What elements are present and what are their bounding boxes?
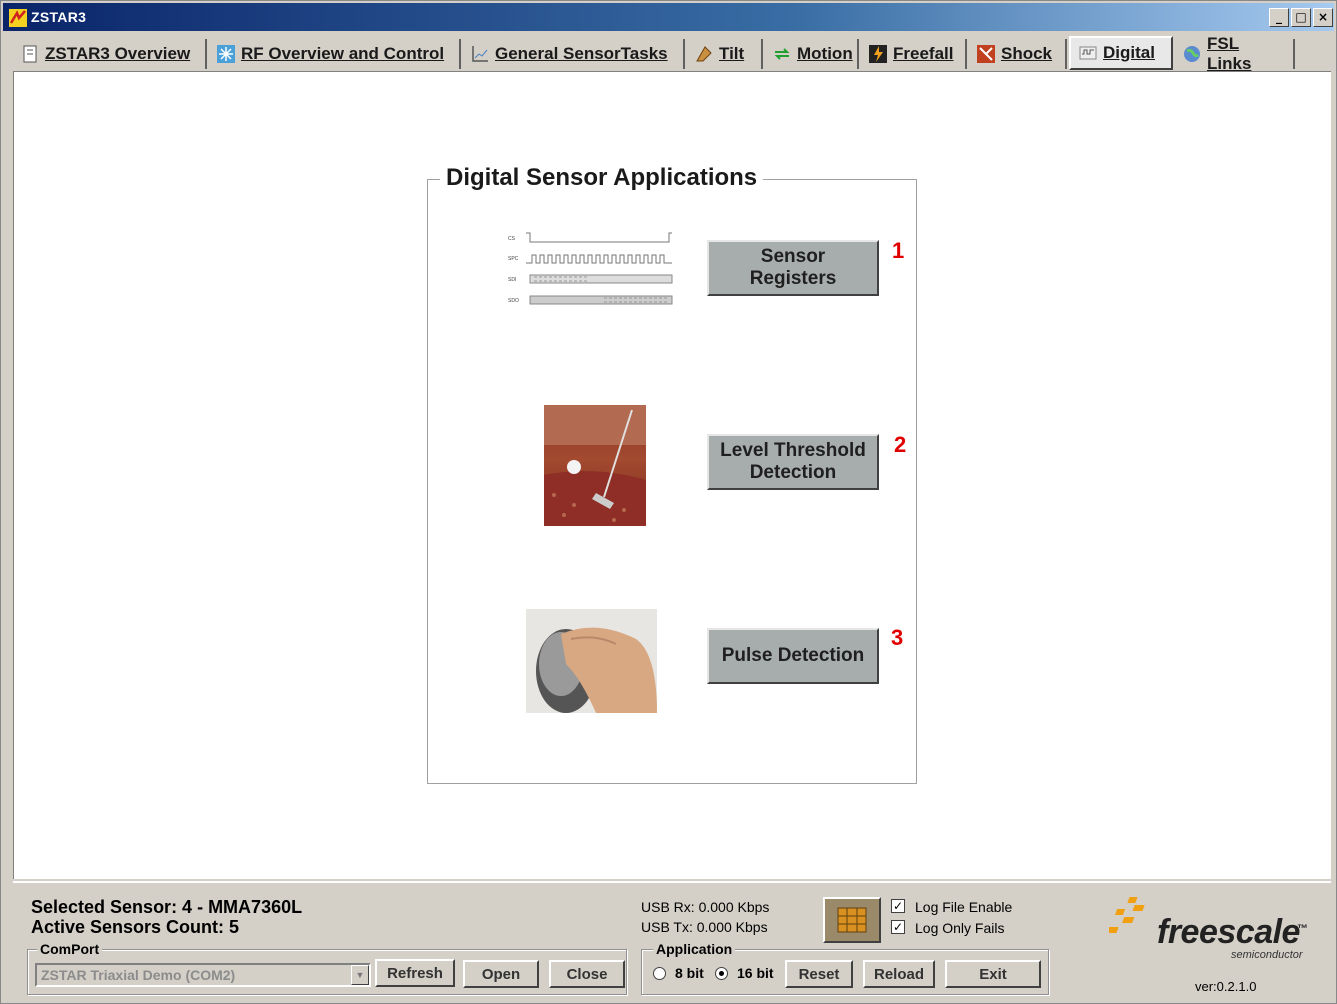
app-number-3: 3 <box>891 625 904 650</box>
freescale-wordmark: freescale <box>1157 913 1300 951</box>
radio-8bit-label: 8 bit <box>675 965 704 981</box>
tab-label: Tilt <box>719 44 745 63</box>
maximize-button[interactable]: □ <box>1291 8 1311 27</box>
tab-label: Digital <box>1103 43 1155 62</box>
radio-8bit[interactable] <box>653 967 666 980</box>
tab-label: Motion <box>797 44 853 63</box>
usb-tx-rate: USB Tx: 0.000 Kbps <box>641 919 768 935</box>
minimize-button[interactable]: _ <box>1269 8 1289 27</box>
tab-label: General SensorTasks <box>495 44 668 63</box>
sensor-registers-button[interactable]: Sensor Registers <box>707 240 879 296</box>
group-title: Digital Sensor Applications <box>440 164 764 192</box>
title-bar[interactable]: ZSTAR3 _ □ × <box>3 3 1334 31</box>
tab-label: RF Overview and Control <box>241 44 445 63</box>
app-number-2: 2 <box>894 432 907 457</box>
log-file-enable-checkbox[interactable]: ✓ <box>891 899 905 913</box>
selected-sensor-text: Selected Sensor: 4 - MMA7360L <box>31 897 303 917</box>
close-button[interactable]: Close <box>549 960 625 988</box>
tab-rf-overview[interactable]: RF Overview and Control <box>209 39 461 69</box>
tab-freefall[interactable]: Freefall <box>861 39 967 69</box>
tab-label: ZSTAR3 Overview <box>45 44 191 63</box>
tab-fsl-links[interactable]: FSL Links <box>1175 34 1295 73</box>
computer-mouse-image[interactable] <box>526 609 657 713</box>
refresh-button[interactable]: Refresh <box>375 959 455 987</box>
document-icon <box>23 45 37 63</box>
timing-label-sdi: SDI <box>508 277 516 283</box>
timing-label-sdo: SDO <box>508 298 519 304</box>
log-grid-icon <box>837 907 867 933</box>
open-button[interactable]: Open <box>463 960 539 988</box>
comport-legend: ComPort <box>37 941 103 957</box>
tab-label: Shock <box>1001 44 1053 63</box>
tab-motion[interactable]: Motion <box>765 39 859 69</box>
digital-icon <box>1079 46 1097 60</box>
reload-button[interactable]: Reload <box>863 960 935 988</box>
trademark-mark: ™ <box>1297 923 1308 935</box>
freescale-subtitle: semiconductor <box>1231 949 1303 961</box>
usb-rx-rate: USB Rx: 0.000 Kbps <box>641 899 770 915</box>
timing-label-spc: SPC <box>508 256 519 262</box>
tilt-icon <box>696 46 712 62</box>
golf-putt-image[interactable] <box>544 405 646 526</box>
log-only-fails-checkbox[interactable]: ✓ <box>891 920 905 934</box>
timing-label-cs: CS <box>508 236 516 242</box>
network-icon <box>217 45 235 63</box>
comport-select[interactable]: ZSTAR Triaxial Demo (COM2) ▼ <box>35 963 371 987</box>
close-window-button[interactable]: × <box>1313 8 1333 27</box>
tab-general-sensor-tasks[interactable]: General SensorTasks <box>463 39 685 69</box>
log-view-button[interactable] <box>823 897 881 943</box>
tab-tilt[interactable]: Tilt <box>687 39 763 69</box>
tab-digital[interactable]: Digital <box>1069 36 1173 70</box>
pulse-detection-button[interactable]: Pulse Detection <box>707 628 879 684</box>
app-number-1: 1 <box>892 238 905 263</box>
app-window: ZSTAR3 _ □ × ZSTAR3 Overview RF Overview… <box>0 0 1337 1004</box>
chevron-down-icon[interactable]: ▼ <box>351 965 369 985</box>
application-legend: Application <box>653 941 736 957</box>
freescale-logo-mark <box>1109 897 1145 933</box>
digital-tab-panel: Digital Sensor Applications CS SPC SDI S… <box>13 71 1331 879</box>
tab-zstar3-overview[interactable]: ZSTAR3 Overview <box>13 39 207 69</box>
tab-bar: ZSTAR3 Overview RF Overview and Control … <box>11 34 1331 73</box>
active-sensors-count: Active Sensors Count: 5 <box>31 917 240 937</box>
globe-icon <box>1184 46 1200 62</box>
radio-16bit-label: 16 bit <box>737 965 774 981</box>
tab-shock[interactable]: Shock <box>969 39 1067 69</box>
tab-label: FSL Links <box>1207 34 1252 73</box>
freefall-icon <box>869 45 887 63</box>
zstar-app-icon <box>9 9 27 27</box>
motion-icon <box>774 48 790 60</box>
log-file-enable-label: Log File Enable <box>915 899 1013 915</box>
reset-button[interactable]: Reset <box>785 960 853 988</box>
exit-button[interactable]: Exit <box>945 960 1041 988</box>
version-label: ver:0.2.1.0 <box>1195 979 1257 994</box>
chart-icon <box>472 46 488 62</box>
radio-16bit[interactable] <box>715 967 728 980</box>
level-threshold-detection-button[interactable]: Level Threshold Detection <box>707 434 879 490</box>
comport-value: ZSTAR Triaxial Demo (COM2) <box>41 967 236 983</box>
spi-timing-diagram: CS SPC SDI SDO <box>508 232 673 305</box>
tab-label: Freefall <box>893 44 954 63</box>
log-only-fails-label: Log Only Fails <box>915 920 1005 936</box>
shock-icon <box>977 45 995 63</box>
status-panel: Selected Sensor: 4 - MMA7360L Active Sen… <box>13 881 1331 999</box>
window-title: ZSTAR3 <box>31 9 87 25</box>
